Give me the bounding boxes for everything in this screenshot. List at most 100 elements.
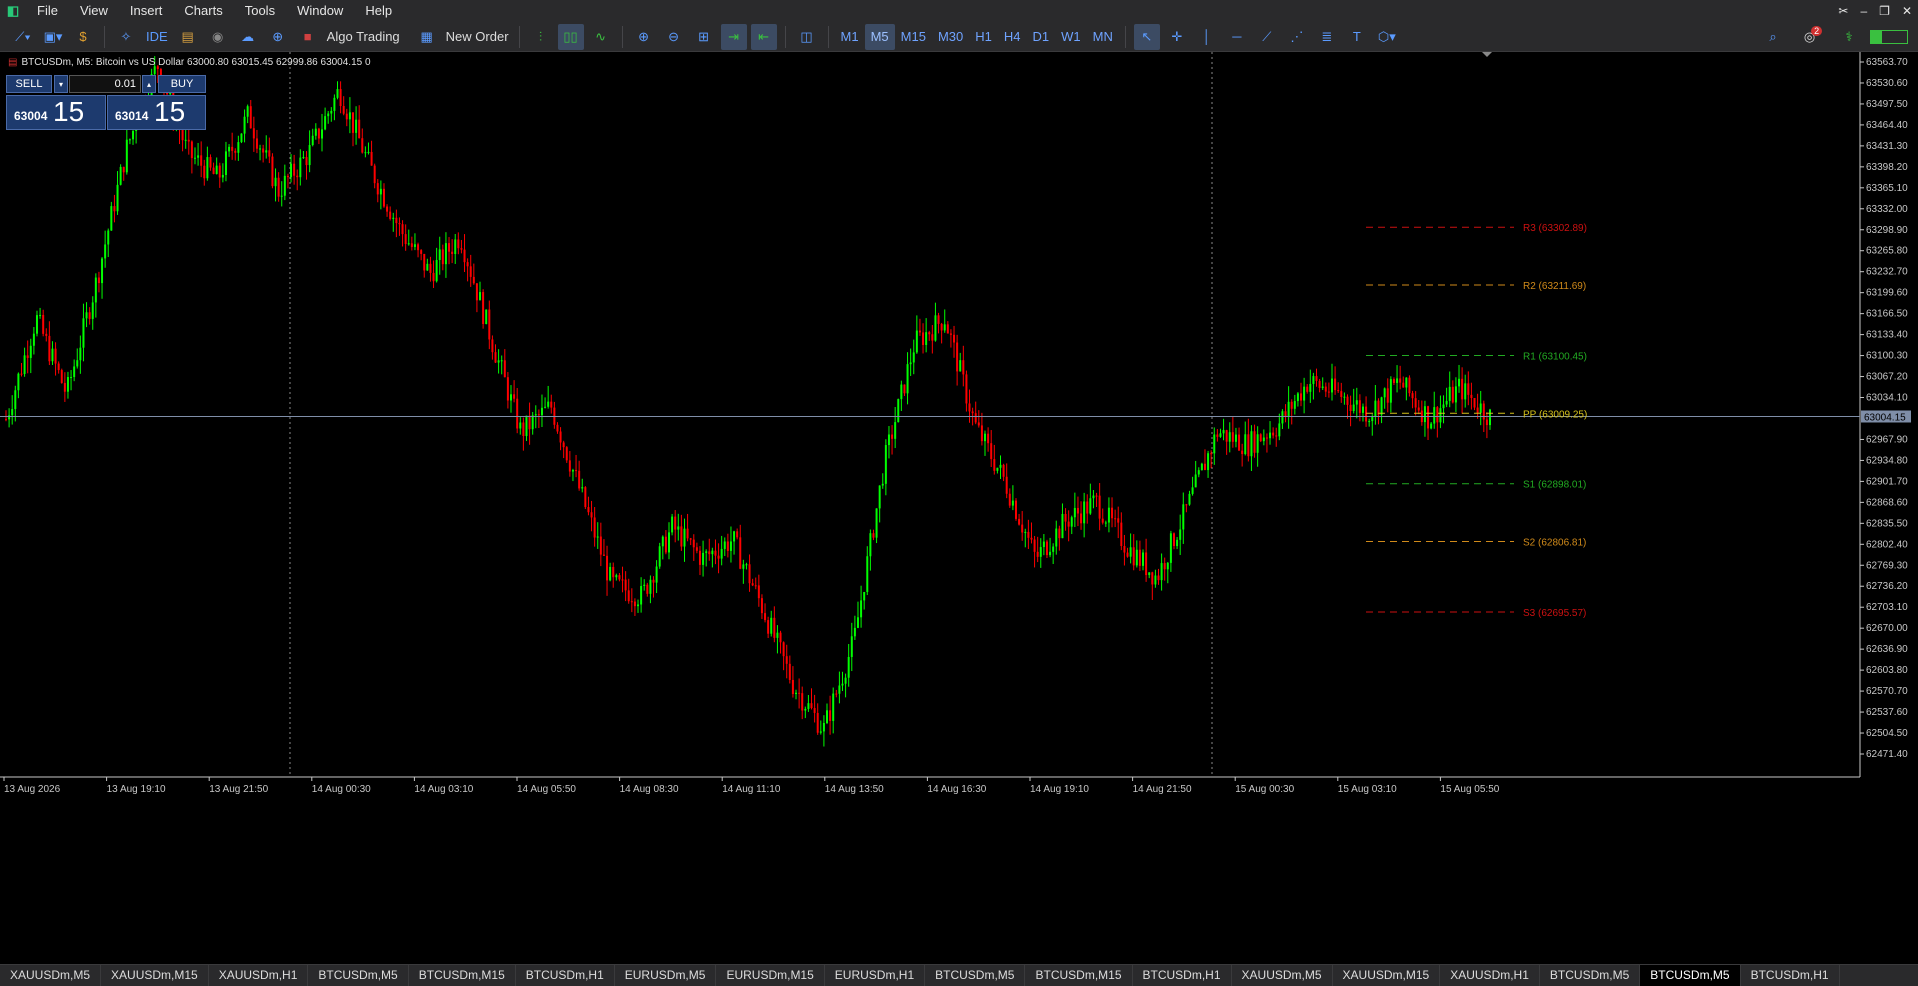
- timeframe-m5[interactable]: M5: [864, 23, 895, 50]
- chart-area[interactable]: 63563.70 63530.60 63497.50 63464.40 63431.30…: [0, 52, 1918, 964]
- sell-price-box[interactable]: 63004 15: [6, 95, 106, 130]
- search-icon[interactable]: ⌕: [1760, 24, 1786, 50]
- close-button[interactable]: ✕: [1902, 4, 1912, 18]
- signals-icon[interactable]: ◉: [205, 24, 231, 50]
- text-tool-icon[interactable]: T: [1344, 24, 1370, 50]
- candlestick-icon[interactable]: ▯▯: [557, 23, 584, 50]
- buy-button[interactable]: BUY: [158, 75, 206, 93]
- candle-body: [203, 165, 206, 179]
- candle-body: [277, 177, 280, 197]
- volume-up-button[interactable]: ▴: [142, 75, 156, 93]
- timeframe-d1[interactable]: D1: [1027, 24, 1056, 50]
- timeframe-h1[interactable]: H1: [969, 24, 998, 50]
- chart-tabs-bar: XAUUSDm,M5 XAUUSDm,M15 XAUUSDm,H1 BTCUSDm,M…: [0, 964, 1918, 986]
- menu-file[interactable]: File: [26, 0, 69, 22]
- candle-body: [829, 710, 832, 721]
- trendline-icon[interactable]: ⟋: [1254, 24, 1280, 50]
- timeframe-mn[interactable]: MN: [1087, 24, 1119, 50]
- candle-body: [866, 556, 869, 593]
- fibonacci-icon[interactable]: ≣: [1314, 24, 1340, 50]
- timeframe-m15[interactable]: M15: [895, 24, 932, 50]
- candle-body: [193, 157, 196, 159]
- chart-tab[interactable]: EURUSDm,M15: [716, 965, 825, 986]
- chart-tab[interactable]: EURUSDm,M5: [615, 965, 717, 986]
- time-tick-label: 15 Aug 03:10: [1338, 784, 1397, 795]
- cloud-icon[interactable]: ☁: [235, 24, 261, 50]
- candle-body: [255, 138, 258, 149]
- chart-tab[interactable]: EURUSDm,H1: [825, 965, 926, 986]
- cursor-icon[interactable]: ↖: [1133, 23, 1160, 50]
- candle-body: [1423, 406, 1426, 423]
- indicators-icon[interactable]: ✧: [113, 24, 139, 50]
- channel-icon[interactable]: ⋰: [1284, 24, 1310, 50]
- chart-tab[interactable]: BTCUSDm,H1: [1741, 965, 1840, 986]
- chart-tab[interactable]: BTCUSDm,M5: [925, 965, 1026, 986]
- chart-tab[interactable]: XAUUSDm,H1: [1440, 965, 1540, 986]
- zoom-in-icon[interactable]: ⊕: [631, 24, 657, 50]
- buy-price-box[interactable]: 63014 15: [107, 95, 206, 130]
- menu-insert[interactable]: Insert: [119, 0, 174, 22]
- crosshair-icon[interactable]: ✛: [1164, 24, 1190, 50]
- menu-window[interactable]: Window: [286, 0, 354, 22]
- candle-body: [813, 708, 816, 713]
- shapes-icon[interactable]: ⬡▾: [1374, 24, 1400, 50]
- line-chart-icon[interactable]: ∿: [588, 24, 614, 50]
- tile-windows-icon[interactable]: ⊞: [691, 24, 717, 50]
- chart-tab[interactable]: XAUUSDm,M15: [101, 965, 209, 986]
- ide-button[interactable]: IDE: [143, 24, 171, 50]
- notifications-icon[interactable]: ◎ 2: [1800, 24, 1826, 50]
- candle-body: [1482, 403, 1485, 420]
- menu-view[interactable]: View: [69, 0, 119, 22]
- candle-body: [1169, 533, 1172, 563]
- menu-charts[interactable]: Charts: [173, 0, 233, 22]
- candle-body: [987, 433, 990, 444]
- volume-down-button[interactable]: ▾: [54, 75, 68, 93]
- chart-canvas[interactable]: 63563.70 63530.60 63497.50 63464.40 63431.30…: [0, 52, 1918, 964]
- candle-body: [807, 703, 810, 709]
- chart-tab[interactable]: BTCUSDm,M15: [1025, 965, 1133, 986]
- chart-tab[interactable]: XAUUSDm,M5: [0, 965, 102, 986]
- dollar-icon[interactable]: $: [70, 24, 96, 50]
- new-order-button[interactable]: New Order: [442, 29, 513, 44]
- candle-body: [200, 155, 203, 166]
- chart-tab[interactable]: BTCUSDm,H1: [516, 965, 615, 986]
- timeframe-h4[interactable]: H4: [998, 24, 1027, 50]
- candle-body: [336, 89, 339, 98]
- chart-shift-icon[interactable]: ⇤: [750, 23, 777, 50]
- horizontal-line-icon[interactable]: ─: [1224, 24, 1250, 50]
- timeframe-m30[interactable]: M30: [932, 24, 969, 50]
- menu-help[interactable]: Help: [354, 0, 403, 22]
- volume-input[interactable]: 0.01: [69, 75, 141, 93]
- zoom-out-icon[interactable]: ⊖: [661, 24, 687, 50]
- pin-icon[interactable]: ✂: [1838, 4, 1848, 18]
- menu-tools[interactable]: Tools: [234, 0, 286, 22]
- toolbar-divider: [1124, 25, 1126, 48]
- new-order-icon[interactable]: ▦: [414, 24, 440, 50]
- sell-button[interactable]: SELL: [6, 75, 52, 93]
- candle-body: [1383, 388, 1386, 398]
- algo-trading-button[interactable]: Algo Trading: [323, 29, 404, 44]
- chart-tab[interactable]: BTCUSDm,M15: [409, 965, 516, 986]
- autoscroll-icon[interactable]: ⇥: [720, 23, 747, 50]
- chart-type-icon[interactable]: ⟋▾: [10, 24, 36, 50]
- timeframe-m1[interactable]: M1: [835, 24, 865, 50]
- algo-trading-icon[interactable]: ■: [295, 24, 321, 50]
- minimize-button[interactable]: –: [1860, 4, 1867, 18]
- chart-tab[interactable]: BTCUSDm,H1: [1133, 965, 1232, 986]
- restore-button[interactable]: ❐: [1879, 4, 1890, 18]
- globe-icon[interactable]: ⊕: [265, 24, 291, 50]
- chart-tab[interactable]: XAUUSDm,M15: [1333, 965, 1441, 986]
- candle-body: [943, 324, 946, 331]
- chart-tab[interactable]: XAUUSDm,M5: [1232, 965, 1333, 986]
- market-bag-icon[interactable]: ▤: [175, 24, 201, 50]
- chart-tab[interactable]: BTCUSDm,M5: [1640, 965, 1741, 986]
- chart-tab[interactable]: BTCUSDm,M5: [308, 965, 409, 986]
- bar-chart-icon[interactable]: ⫶: [528, 24, 554, 50]
- timeframe-w1[interactable]: W1: [1055, 24, 1087, 50]
- chart-tab[interactable]: BTCUSDm,M5: [1540, 965, 1641, 986]
- chart-tab[interactable]: XAUUSDm,H1: [209, 965, 309, 986]
- chart-window-icon[interactable]: ▣▾: [40, 24, 66, 50]
- screenshot-icon[interactable]: ◫: [794, 24, 820, 50]
- vertical-line-icon[interactable]: │: [1194, 24, 1220, 50]
- candle-body: [1166, 562, 1169, 570]
